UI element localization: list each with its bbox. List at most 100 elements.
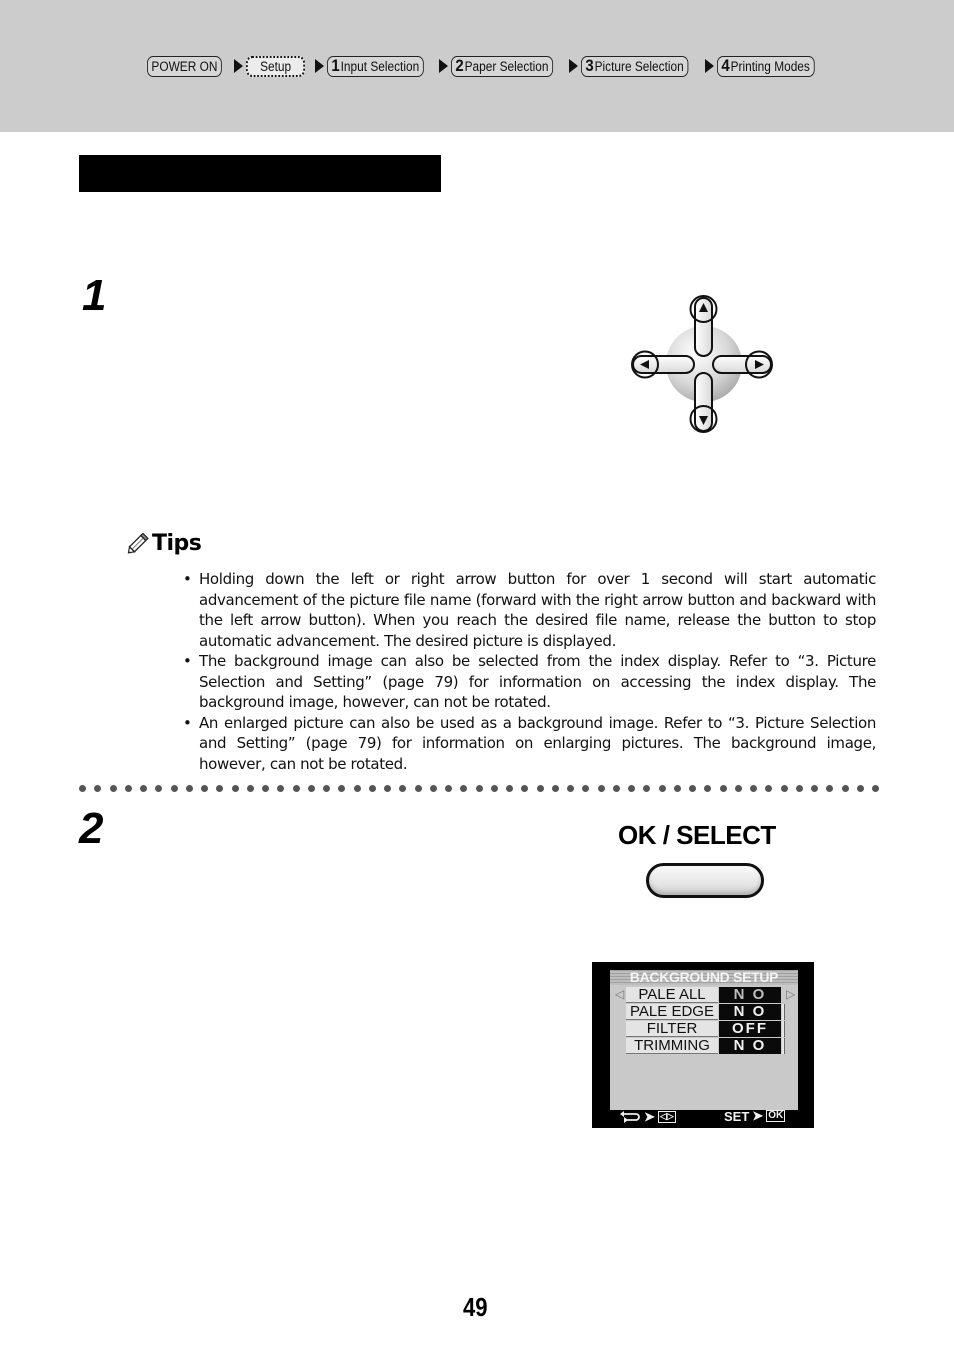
- separator-dot: [94, 785, 102, 792]
- separator-dot: [643, 785, 651, 792]
- separator-dot: [277, 785, 285, 792]
- left-right-key-icon: ◁▷: [657, 1111, 676, 1123]
- cycle-icon: [620, 1111, 640, 1123]
- lcd-row-value: N O: [719, 1004, 781, 1020]
- lcd-row-label: PALE EDGE: [626, 1004, 718, 1020]
- lcd-footer-left: ➤ ◁▷: [619, 1109, 676, 1125]
- separator-dot: [246, 785, 254, 792]
- separator-dot: [704, 785, 712, 792]
- separator-dot: [765, 785, 773, 792]
- separator-dot: [567, 785, 574, 792]
- separator-dot: [780, 785, 788, 792]
- separator-dot: [185, 785, 193, 792]
- separator-dot: [460, 785, 468, 792]
- breadcrumb-label: POWER ON: [151, 58, 218, 74]
- breadcrumb-step-number: 3: [585, 56, 594, 75]
- lcd-row-label: TRIMMING: [626, 1038, 718, 1054]
- breadcrumb-paper-selection: 2 Paper Selection: [451, 55, 553, 77]
- separator-dot: [338, 785, 346, 792]
- separator-dot: [811, 785, 818, 792]
- separator-dot: [307, 785, 315, 792]
- separator-dot: [155, 785, 163, 792]
- up-arrow-button: [689, 295, 718, 357]
- separator-dot: [856, 785, 864, 792]
- breadcrumb-arrow-icon: [704, 59, 714, 73]
- breadcrumb-step-number: 2: [455, 56, 464, 75]
- down-arrow-button: [689, 372, 718, 433]
- separator-dot: [490, 785, 498, 792]
- separator-dot: [445, 785, 452, 792]
- breadcrumb-arrow-icon: [568, 59, 578, 73]
- lcd-row-edge: [782, 1004, 785, 1020]
- separator-dot: [872, 785, 879, 792]
- breadcrumb: POWER ON Setup 1 Input Selection 2 Paper S…: [147, 55, 827, 77]
- breadcrumb-setup: Setup: [246, 55, 306, 77]
- right-arrow-button: [712, 350, 773, 379]
- separator-dot: [826, 785, 834, 792]
- lcd-row-edge: [782, 1038, 785, 1054]
- ok-select-label: OK / SELECT: [618, 820, 776, 850]
- arrow-right-icon: ➤: [752, 1108, 764, 1123]
- separator-dot: [323, 785, 330, 792]
- breadcrumb-step-number: 4: [721, 56, 730, 75]
- dotted-separator: [79, 785, 879, 793]
- separator-dot: [597, 785, 605, 792]
- lcd-footer-right: SET ➤ OK: [724, 1108, 786, 1124]
- separator-dot: [536, 785, 544, 792]
- section-title-bar: [79, 155, 441, 192]
- lcd-screen: BACKGROUND SETUP ◁ ▷ PALE ALL N O PALE E…: [592, 962, 814, 1128]
- lcd-row-label: PALE ALL: [626, 987, 718, 1003]
- separator-dot: [475, 785, 483, 792]
- ok-select-button-illustration: [646, 863, 764, 898]
- separator-dot: [399, 785, 407, 792]
- separator-dot: [506, 785, 513, 792]
- breadcrumb-label: Setup: [260, 58, 292, 74]
- breadcrumb-power-on: POWER ON: [147, 55, 222, 77]
- separator-dot: [79, 785, 86, 792]
- breadcrumb-label: Paper Selection: [464, 58, 549, 74]
- lcd-footer: ➤ ◁▷ SET ➤ OK: [592, 1108, 814, 1126]
- arrow-right-icon: ➤: [644, 1109, 655, 1124]
- scroll-right-icon: ▷: [786, 987, 796, 1001]
- set-label: SET: [724, 1108, 750, 1124]
- separator-dot: [292, 785, 300, 792]
- separator-dot: [429, 785, 437, 792]
- separator-dot: [551, 785, 559, 792]
- lcd-row-filter: FILTER OFF: [626, 1021, 786, 1037]
- separator-dot: [628, 785, 635, 792]
- separator-dot: [170, 785, 178, 792]
- left-arrow-button: [631, 350, 695, 379]
- tips-label: Tips: [152, 531, 202, 556]
- breadcrumb-arrow-icon: [234, 59, 244, 73]
- breadcrumb-arrow-icon: [439, 59, 449, 73]
- tip-item: An enlarged picture can also be used as …: [183, 713, 876, 775]
- pencil-icon: [127, 532, 149, 554]
- separator-dot: [841, 785, 849, 792]
- lcd-row-trimming: TRIMMING N O: [626, 1038, 786, 1054]
- lcd-row-value: OFF: [719, 1021, 781, 1037]
- separator-dot: [216, 785, 224, 792]
- breadcrumb-label: Printing Modes: [730, 58, 810, 74]
- ok-key-icon: OK: [766, 1110, 786, 1122]
- separator-dot: [719, 785, 727, 792]
- separator-dot: [201, 785, 208, 792]
- tip-item: Holding down the left or right arrow but…: [183, 569, 876, 651]
- separator-dot: [658, 785, 666, 792]
- separator-dot: [689, 785, 696, 792]
- breadcrumb-arrow-icon: [315, 59, 325, 73]
- header-band: POWER ON Setup 1 Input Selection 2 Paper S…: [0, 0, 954, 132]
- separator-dot: [368, 785, 376, 792]
- separator-dot: [582, 785, 590, 792]
- separator-dot: [673, 785, 681, 792]
- tips-list: Holding down the left or right arrow but…: [183, 569, 876, 774]
- separator-dot: [109, 785, 117, 792]
- separator-dot: [521, 785, 529, 792]
- tip-item: The background image can also be selecte…: [183, 651, 876, 713]
- lcd-row-value: N O: [719, 987, 781, 1003]
- tips-heading: Tips: [126, 531, 202, 556]
- separator-dot: [734, 785, 742, 792]
- separator-dot: [124, 785, 132, 792]
- separator-dot: [414, 785, 422, 792]
- page-number: 49: [463, 1292, 488, 1322]
- lcd-panel: BACKGROUND SETUP ◁ ▷ PALE ALL N O PALE E…: [610, 970, 798, 1110]
